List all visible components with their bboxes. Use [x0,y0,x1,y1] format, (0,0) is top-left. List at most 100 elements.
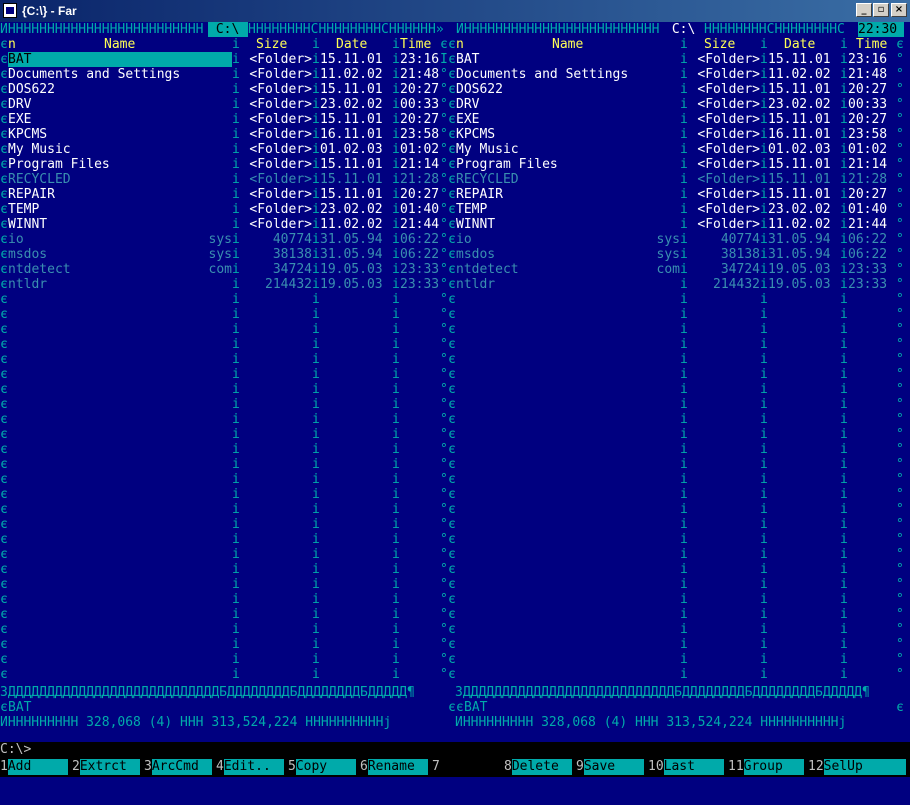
table-row[interactable]: є і і і Documents and Settings <Folder> 11.02.… [0,67,910,82]
file-time: 23:33 [400,277,440,292]
command-line[interactable]: C:\> [0,742,910,757]
right-col-n[interactable]: n [456,37,476,52]
left-file-name[interactable]: My Music [8,142,208,157]
right-file-name[interactable]: ntdetect [456,262,656,277]
left-file-name[interactable]: BAT [8,52,232,67]
table-row[interactable]: є і і і msdos sys 38138 31.05.94 06:22 ° є і і і msdos… [0,247,910,262]
fkey-3-button[interactable]: 3ArcCmd [144,759,216,775]
right-col-name[interactable]: Name [552,37,612,52]
right-file-name[interactable]: My Music [456,142,656,157]
border-glyph: є [0,667,8,682]
right-file-name[interactable]: WINNT [456,217,656,232]
left-file-name[interactable]: RECYCLED [8,172,208,187]
right-file-name[interactable]: Program Files [456,157,656,172]
fkey-1-button[interactable]: 1Add [0,759,72,775]
right-file-name[interactable]: ntldr [456,277,656,292]
left-col-name[interactable]: Name [104,37,164,52]
table-row[interactable]: є і і і KPCMS <Folder> 16.11.01 23:58 ° є і і і KPCMS… [0,127,910,142]
left-file-name[interactable]: DRV [8,97,208,112]
fkey-5-button[interactable]: 5Copy [288,759,360,775]
right-file-name[interactable]: DRV [456,97,656,112]
border-glyph: і [680,97,688,112]
file-size: <Folder> [697,142,760,157]
fkey-10-button[interactable]: 10Last [648,759,728,775]
table-row[interactable]: є і і і My Music <Folder> 01.02.03 01:02 ° є і і і My… [0,142,910,157]
right-file-name[interactable]: EXE [456,112,656,127]
table-row[interactable]: є і і і io sys 40774 31.05.94 06:22 ° є і і і io sys 407… [0,232,910,247]
right-file-name[interactable]: BAT [456,52,656,67]
table-row[interactable]: є і і і WINNT <Folder> 11.02.02 21:44 ° є і і і WINNT… [0,217,910,232]
left-file-name[interactable]: io [8,232,208,247]
right-file-name[interactable]: TEMP [456,202,656,217]
left-file-name[interactable]: ntldr [8,277,208,292]
maximize-button[interactable]: ▫ [873,3,889,17]
file-size: <Folder> [249,172,312,187]
file-time: 23:16 [848,52,888,67]
file-time: 23:33 [400,262,440,277]
fkey-9-button[interactable]: 9Save [576,759,648,775]
table-row[interactable]: є і і і EXE <Folder> 15.11.01 20:27 ° є і і і EXE <Fol… [0,112,910,127]
right-col-date[interactable]: Date [784,37,824,52]
fkey-8-button[interactable]: 8Delete [504,759,576,775]
fkey-6-button[interactable]: 6Rename [360,759,432,775]
left-file-name[interactable]: ntdetect [8,262,208,277]
table-row[interactable]: є і і і RECYCLED <Folder> 15.11.01 21:28 ° є і і і RE… [0,172,910,187]
right-file-name[interactable]: Documents and Settings [456,67,656,82]
border-glyph: є [0,472,8,487]
fkey-12-button[interactable]: 12SelUp [808,759,910,775]
table-row[interactable]: є і і і ntldr 214432 19.05.03 23:33 ° є і і і ntldr 21… [0,277,910,292]
far-app-icon[interactable] [3,3,17,18]
table-row[interactable]: є і і і REPAIR <Folder> 15.11.01 20:27 ° є і і і REPA… [0,187,910,202]
file-size: 40774 [272,232,312,247]
fkey-11-button[interactable]: 11Group [728,759,808,775]
border-glyph: і [312,622,320,637]
fkey-7-button[interactable]: 7 [432,759,504,775]
file-time: 06:22 [400,232,440,247]
table-row[interactable]: є і і і Program Files <Folder> 15.11.01 21:14 ° є… [0,157,910,172]
left-panel-path[interactable]: C:\ [208,22,248,37]
left-file-name[interactable]: Program Files [8,157,208,172]
border-glyph: ° [896,427,904,442]
right-file-name[interactable]: msdos [456,247,656,262]
left-file-name[interactable]: Documents and Settings [8,67,208,82]
border-glyph: і [680,67,688,82]
table-row[interactable]: є і і і BAT <Folder> 15.11.01 23:16 Їє і і і BAT <Fol… [0,52,910,67]
table-row: є і і і ° є і і і ° [0,637,910,652]
table-row[interactable]: є і і і DRV <Folder> 23.02.02 00:33 ° є і і і DRV <Fol… [0,97,910,112]
left-col-time[interactable]: Time [400,37,440,52]
table-row[interactable]: є і і і TEMP <Folder> 23.02.02 01:40 ° є і і і TEMP <F… [0,202,910,217]
border-glyph: є [448,187,456,202]
left-file-name[interactable]: WINNT [8,217,208,232]
left-file-name[interactable]: EXE [8,112,208,127]
right-file-name[interactable]: io [456,232,656,247]
border-glyph: ° [440,592,448,607]
left-file-name[interactable]: DOS622 [8,82,208,97]
fkey-2-button[interactable]: 2Extrct [72,759,144,775]
border-glyph: і [840,412,848,427]
fkey-4-button[interactable]: 4Edit.. [216,759,288,775]
file-time: 21:28 [848,172,888,187]
right-col-size[interactable]: Size [704,37,744,52]
right-file-name[interactable]: DOS622 [456,82,656,97]
left-file-name[interactable]: msdos [8,247,208,262]
right-panel-path[interactable]: C:\ [664,22,704,37]
minimize-button[interactable]: _ [856,3,872,17]
left-file-name[interactable]: TEMP [8,202,208,217]
right-col-time[interactable]: Time [856,37,896,52]
border-glyph: і [392,172,400,187]
left-file-name[interactable]: KPCMS [8,127,208,142]
right-file-name[interactable]: REPAIR [456,187,656,202]
left-col-size[interactable]: Size [256,37,296,52]
close-button[interactable]: × [891,3,907,17]
file-time: 23:16 [400,52,440,67]
table-row[interactable]: є і і і DOS622 <Folder> 15.11.01 20:27 ° є і і і DOS6… [0,82,910,97]
table-row[interactable]: є і і і ntdetect com 34724 19.05.03 23:33 ° є і і і nt… [0,262,910,277]
file-time: 21:48 [400,67,440,82]
left-col-date[interactable]: Date [336,37,376,52]
border-glyph: є [448,577,456,592]
right-file-name[interactable]: KPCMS [456,127,656,142]
left-col-n[interactable]: n [8,37,28,52]
right-file-name[interactable]: RECYCLED [456,172,656,187]
border-glyph: і [232,142,240,157]
left-file-name[interactable]: REPAIR [8,187,208,202]
